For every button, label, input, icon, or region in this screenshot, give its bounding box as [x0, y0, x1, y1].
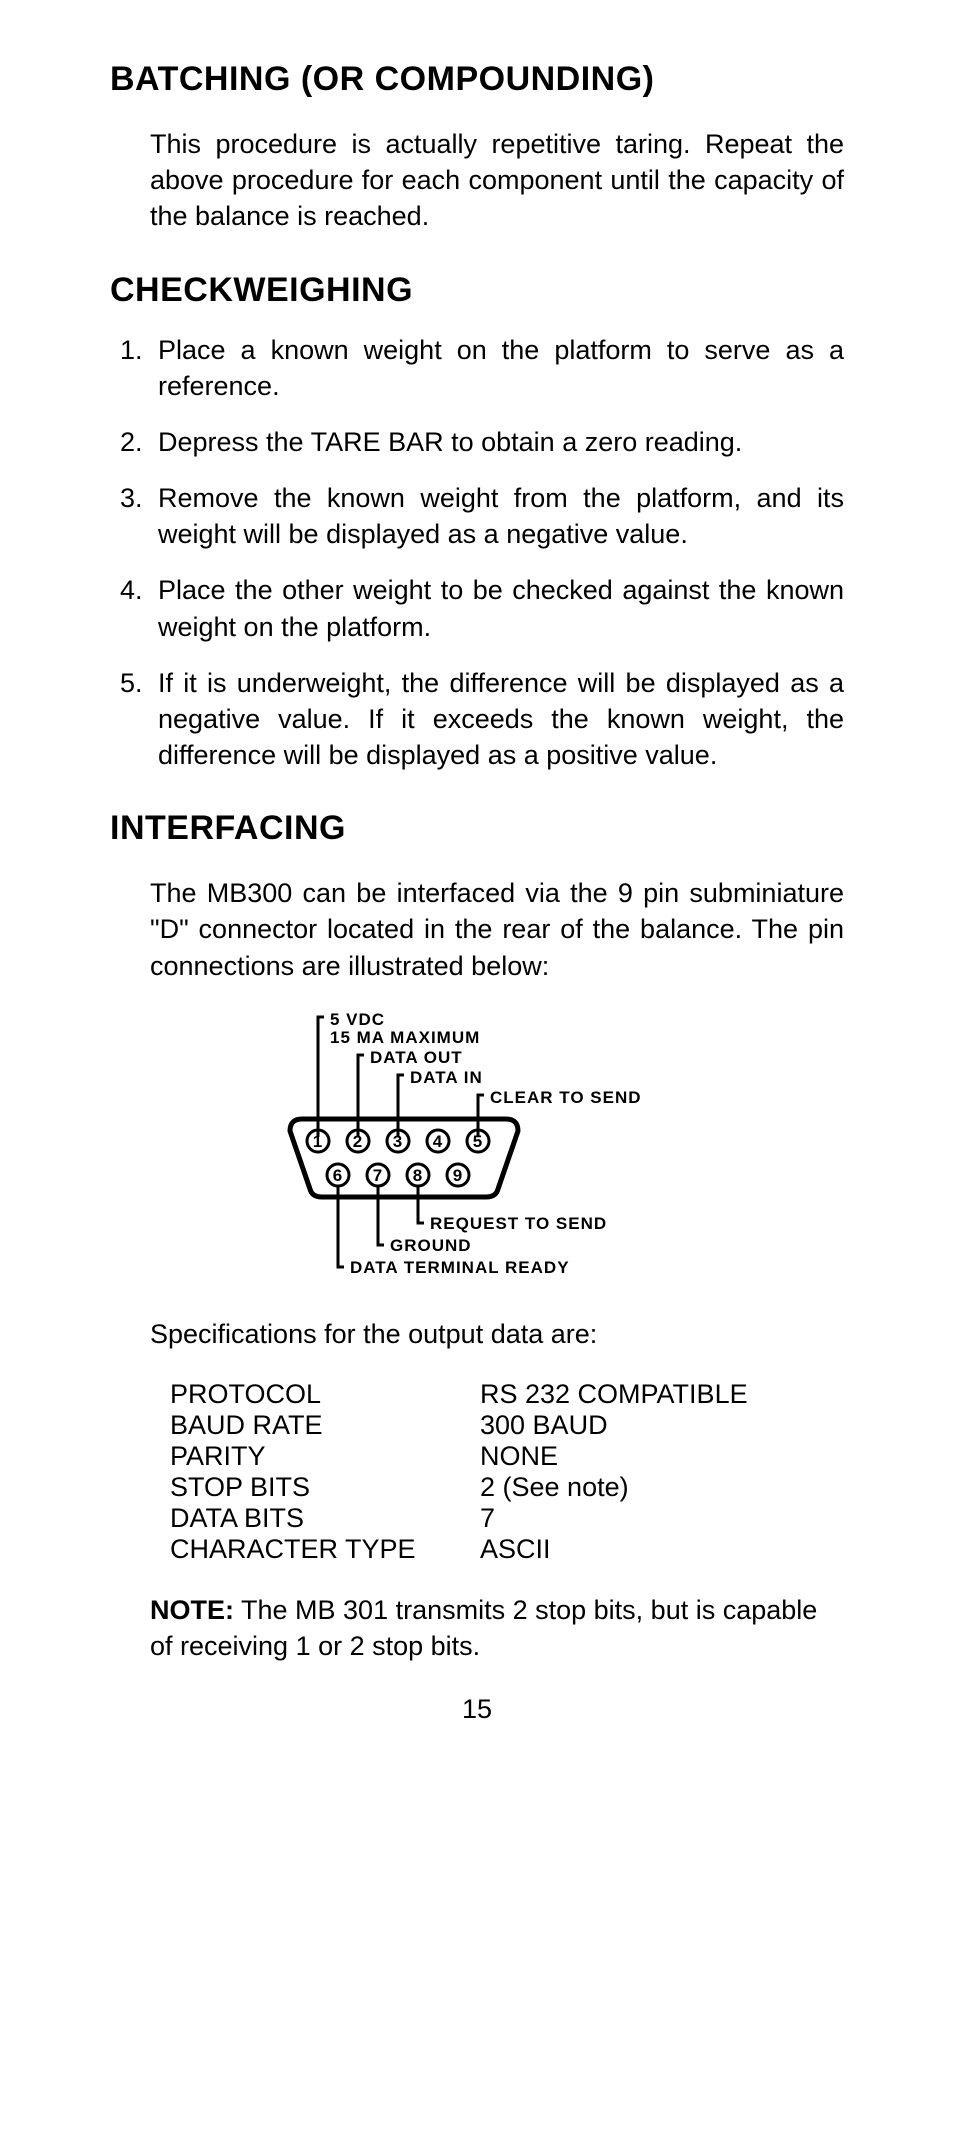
svg-text:3: 3 — [393, 1132, 403, 1151]
pin1-label-line2: 15 MA MAXIMUM — [330, 1028, 480, 1047]
spec-val: 2 (See note) — [480, 1472, 629, 1503]
spec-intro: Specifications for the output data are: — [150, 1316, 844, 1352]
step-4: Place the other weight to be checked aga… — [150, 572, 844, 644]
pin6-label: DATA TERMINAL READY — [350, 1258, 570, 1277]
svg-text:7: 7 — [373, 1166, 383, 1185]
section-heading-batching: BATCHING (OR COMPOUNDING) — [110, 60, 844, 99]
spec-row: STOP BITS 2 (See note) — [170, 1472, 844, 1503]
step-3: Remove the known weight from the platfor… — [150, 480, 844, 552]
spec-row: PROTOCOL RS 232 COMPATIBLE — [170, 1379, 844, 1410]
spec-key: DATA BITS — [170, 1503, 480, 1534]
note-label: NOTE: — [150, 1595, 234, 1625]
spec-val: NONE — [480, 1441, 558, 1472]
step-2: Depress the TARE BAR to obtain a zero re… — [150, 424, 844, 460]
spec-key: PROTOCOL — [170, 1379, 480, 1410]
spec-val: 7 — [480, 1503, 495, 1534]
note-body: The MB 301 transmits 2 stop bits, but is… — [150, 1595, 817, 1661]
dsub-connector-diagram: 5 VDC 15 MA MAXIMUM DATA OUT DATA IN CLE… — [270, 1011, 844, 1286]
spec-key: PARITY — [170, 1441, 480, 1472]
svg-text:4: 4 — [433, 1132, 443, 1151]
section-heading-checkweighing: CHECKWEIGHING — [110, 271, 844, 310]
svg-text:6: 6 — [333, 1166, 343, 1185]
svg-text:8: 8 — [413, 1166, 423, 1185]
pin5-label: CLEAR TO SEND — [490, 1088, 642, 1107]
pin7-label: GROUND — [390, 1236, 472, 1255]
spec-key: CHARACTER TYPE — [170, 1534, 480, 1565]
checkweighing-steps: Place a known weight on the platform to … — [150, 332, 844, 774]
step-5: If it is underweight, the difference wil… — [150, 665, 844, 774]
spec-val: ASCII — [480, 1534, 551, 1565]
svg-text:2: 2 — [353, 1132, 363, 1151]
batching-body: This procedure is actually repetitive ta… — [150, 126, 844, 235]
spec-val: 300 BAUD — [480, 1410, 608, 1441]
section-heading-interfacing: INTERFACING — [110, 809, 844, 848]
svg-text:1: 1 — [313, 1132, 323, 1151]
step-1: Place a known weight on the platform to … — [150, 332, 844, 404]
svg-text:9: 9 — [453, 1166, 463, 1185]
spec-key: BAUD RATE — [170, 1410, 480, 1441]
spec-row: DATA BITS 7 — [170, 1503, 844, 1534]
page-number: 15 — [110, 1694, 844, 1725]
interfacing-intro: The MB300 can be interfaced via the 9 pi… — [150, 875, 844, 984]
spec-row: PARITY NONE — [170, 1441, 844, 1472]
spec-row: CHARACTER TYPE ASCII — [170, 1534, 844, 1565]
spec-val: RS 232 COMPATIBLE — [480, 1379, 748, 1410]
svg-text:5: 5 — [473, 1132, 483, 1151]
spec-row: BAUD RATE 300 BAUD — [170, 1410, 844, 1441]
pin2-label: DATA OUT — [370, 1048, 463, 1067]
pin1-label-line1: 5 VDC — [330, 1011, 385, 1029]
spec-key: STOP BITS — [170, 1472, 480, 1503]
spec-table: PROTOCOL RS 232 COMPATIBLE BAUD RATE 300… — [170, 1379, 844, 1565]
pin3-label: DATA IN — [410, 1068, 483, 1087]
note: NOTE: The MB 301 transmits 2 stop bits, … — [150, 1592, 844, 1664]
pin8-label: REQUEST TO SEND — [430, 1214, 607, 1233]
